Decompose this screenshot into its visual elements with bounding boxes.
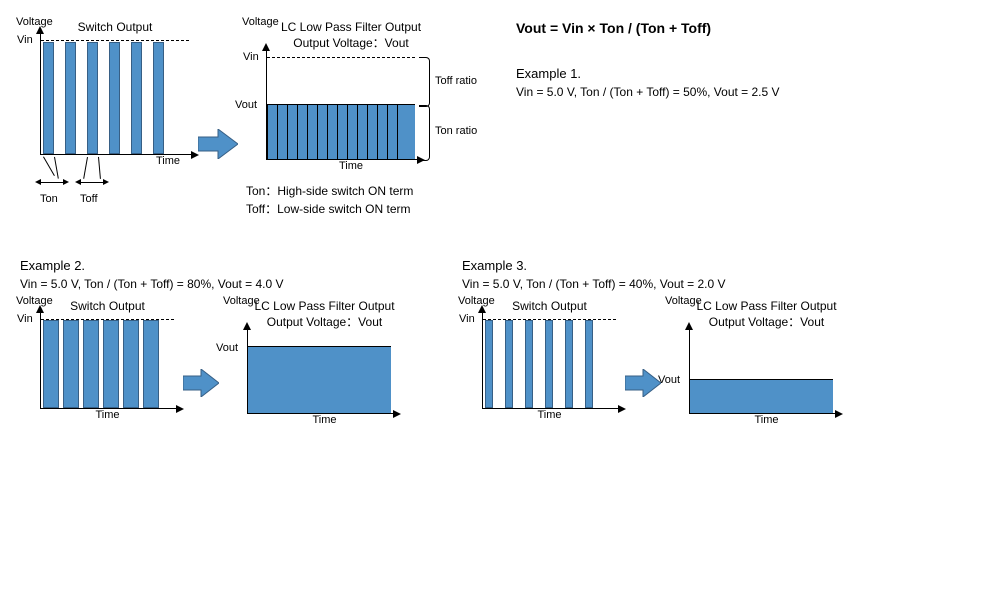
chart-lc-output-ex3: Voltage LC Low Pass Filter OutputOutput …	[669, 299, 844, 426]
example2-params: Vin = 5.0 V, Ton / (Ton + Toff) = 80%, V…	[20, 277, 402, 291]
plot-frame: Vin Vout Toff ratio Ton ratio	[266, 51, 417, 160]
x-axis-label: Time	[266, 160, 436, 172]
example1-title: Example 1.	[516, 66, 780, 81]
toff-brace	[419, 57, 430, 107]
vout-fill	[690, 379, 833, 413]
toff-ratio-label: Toff ratio	[435, 75, 477, 87]
chart-switch-output-top: Voltage Switch Output Vin Time	[20, 20, 190, 211]
chart-title: Switch Output	[482, 299, 617, 313]
examples-row: Example 2. Vin = 5.0 V, Ton / (Ton + Tof…	[20, 258, 980, 426]
fill-stripes	[267, 105, 415, 159]
pwm-bars	[43, 34, 175, 154]
plot-frame: Vin	[40, 34, 191, 155]
y-arrow-icon	[262, 43, 270, 51]
top-row: Voltage Switch Output Vin Time	[20, 20, 980, 218]
example3-block: Example 3. Vin = 5.0 V, Ton / (Ton + Tof…	[462, 258, 844, 426]
arrow-right-icon	[198, 129, 238, 159]
pwm-bars	[43, 313, 163, 408]
vin-dashed-line	[267, 57, 415, 58]
arrow-right-icon	[625, 369, 661, 397]
example3-title: Example 3.	[462, 258, 844, 273]
formula-and-example1: Vout = Vin × Ton / (Ton + Toff) Example …	[516, 20, 780, 107]
vin-label: Vin	[243, 51, 259, 63]
example2-title: Example 2.	[20, 258, 402, 273]
pwm-bars	[485, 313, 605, 408]
vout-label: Vout	[235, 99, 257, 111]
arrow-right-icon	[183, 369, 219, 397]
chart-switch-output-ex3: Voltage Switch Output Vin Time	[462, 299, 617, 421]
example3-params: Vin = 5.0 V, Ton / (Ton + Toff) = 40%, V…	[462, 277, 844, 291]
y-axis-label: Voltage	[16, 295, 53, 307]
ton-label: Ton	[40, 193, 58, 205]
ton-toff-annotation: Ton Toff	[40, 171, 190, 211]
y-axis-label: Voltage	[458, 295, 495, 307]
example2-block: Example 2. Vin = 5.0 V, Ton / (Ton + Tof…	[20, 258, 402, 426]
x-arrow-icon	[191, 151, 199, 159]
y-axis-label: Voltage	[242, 16, 279, 28]
chart-lc-output-top: Voltage LC Low Pass Filter OutputOutput …	[246, 20, 436, 218]
chart-title: Switch Output	[40, 299, 175, 313]
chart-title: Switch Output	[40, 20, 190, 34]
y-axis-label: Voltage	[16, 16, 53, 28]
chart-title: LC Low Pass Filter OutputOutput Voltage：…	[266, 20, 436, 51]
chart-lc-output-ex2: Voltage LC Low Pass Filter OutputOutput …	[227, 299, 402, 426]
vin-label: Vin	[17, 34, 33, 46]
y-arrow-icon	[36, 26, 44, 34]
ton-brace	[419, 105, 430, 161]
chart-switch-output-ex2: Voltage Switch Output Vin Time	[20, 299, 175, 421]
formula: Vout = Vin × Ton / (Ton + Toff)	[516, 20, 780, 36]
ton-toff-definitions: Ton：High-side switch ON term Toff：Low-si…	[246, 182, 436, 218]
y-axis-label: Voltage	[223, 295, 260, 307]
x-axis-label: Time	[40, 155, 190, 167]
vout-fill	[248, 346, 391, 413]
example1-params: Vin = 5.0 V, Ton / (Ton + Toff) = 50%, V…	[516, 85, 780, 99]
ton-ratio-label: Ton ratio	[435, 125, 477, 137]
y-axis-label: Voltage	[665, 295, 702, 307]
toff-label: Toff	[80, 193, 98, 205]
